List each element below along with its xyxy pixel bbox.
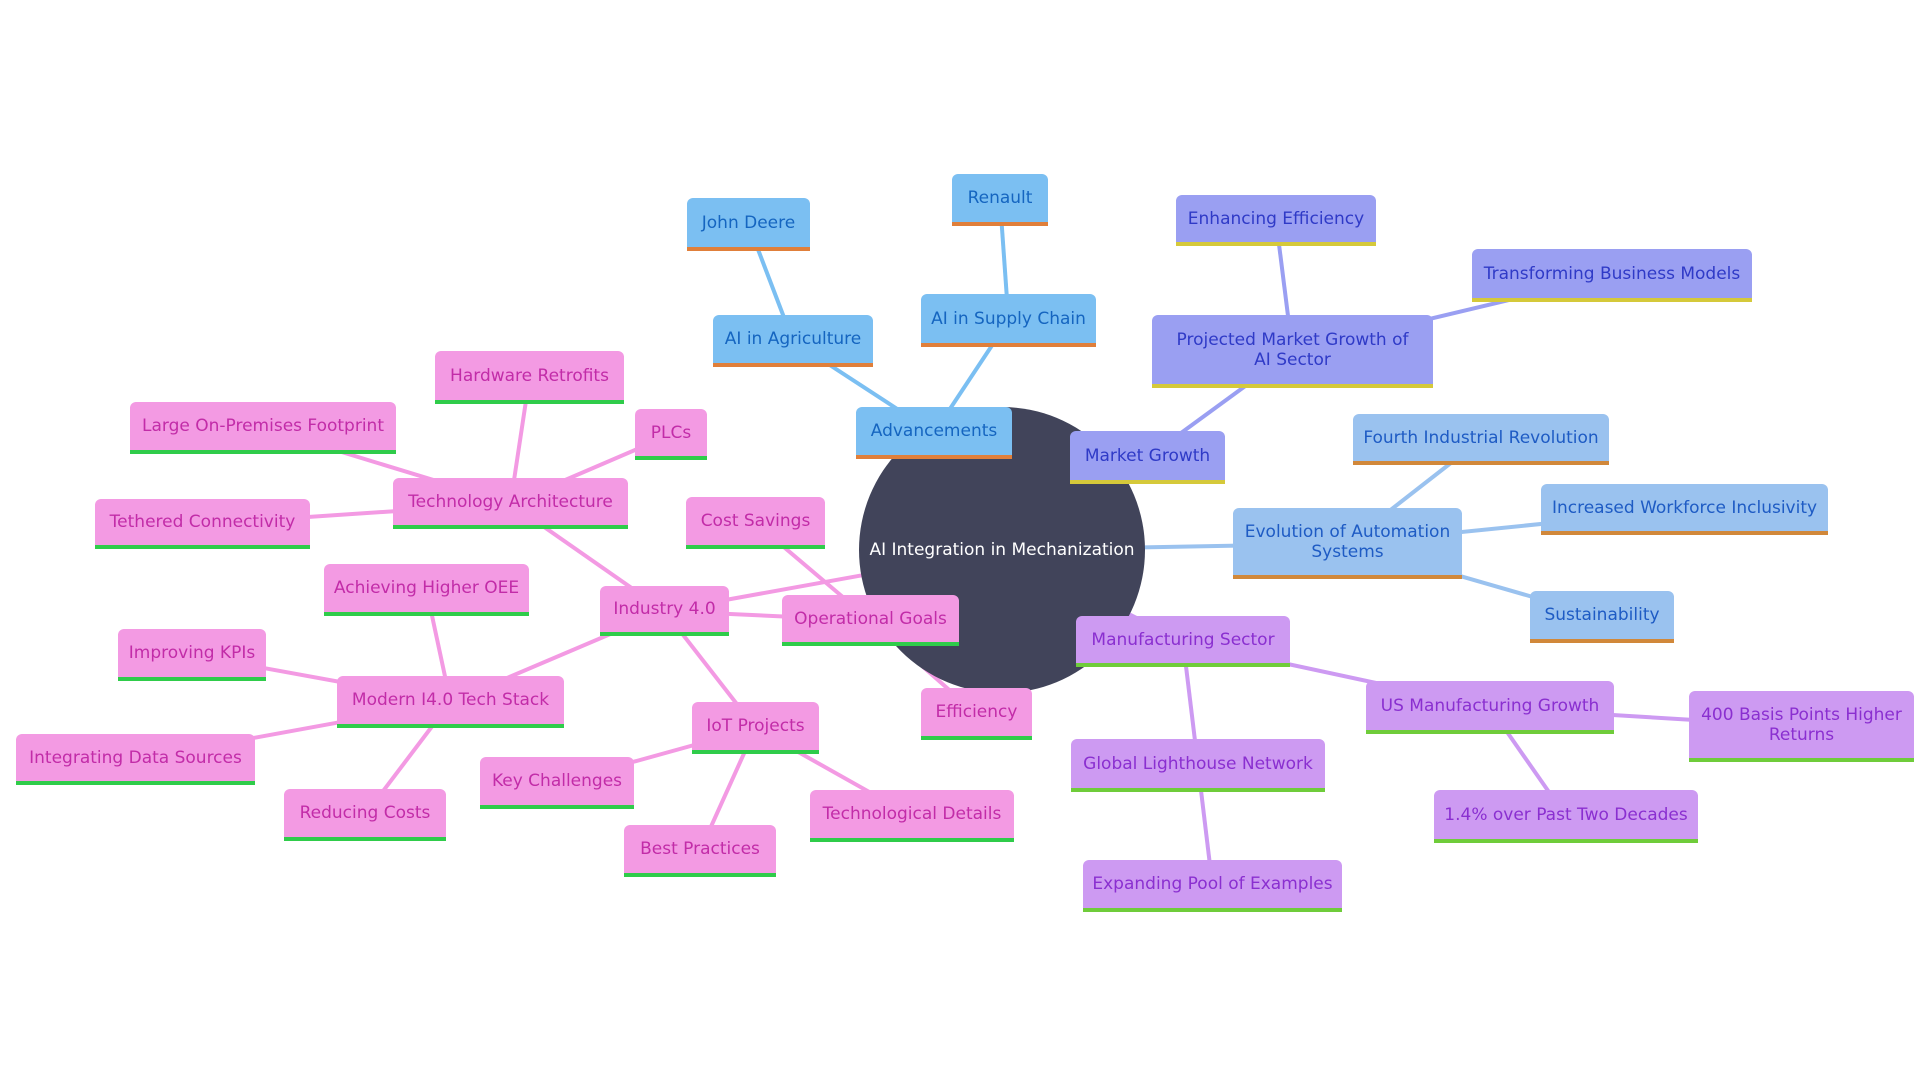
node-ai-in-agriculture[interactable]: AI in Agriculture — [713, 315, 873, 367]
node-label: 400 Basis Points Higher Returns — [1701, 704, 1902, 745]
node-large-on-premises-footprint[interactable]: Large On-Premises Footprint — [130, 402, 396, 454]
node-label: Projected Market Growth of AI Sector — [1176, 329, 1409, 370]
node-evolution-of-automation-systems[interactable]: Evolution of Automation Systems — [1233, 508, 1462, 579]
node-efficiency[interactable]: Efficiency — [921, 688, 1032, 740]
node-label: Technological Details — [822, 804, 1002, 824]
node-transforming-business-models[interactable]: Transforming Business Models — [1472, 249, 1752, 302]
node-label: Technology Architecture — [408, 491, 613, 512]
node-market-growth[interactable]: Market Growth — [1070, 431, 1225, 484]
node-hardware-retrofits[interactable]: Hardware Retrofits — [435, 351, 624, 404]
node-label: Operational Goals — [794, 608, 947, 629]
node-modern-i4-0-tech-stack[interactable]: Modern I4.0 Tech Stack — [337, 676, 564, 728]
node-label: John Deere — [701, 212, 796, 233]
node-sustainability[interactable]: Sustainability — [1530, 591, 1674, 643]
node-label: Renault — [967, 188, 1033, 208]
node-key-challenges[interactable]: Key Challenges — [480, 757, 634, 809]
node-label: Hardware Retrofits — [450, 365, 609, 386]
node-label: Improving KPIs — [128, 643, 256, 663]
node-label: US Manufacturing Growth — [1380, 695, 1600, 716]
node-label: Increased Workforce Inclusivity — [1551, 497, 1818, 518]
node-ai-in-supply-chain[interactable]: AI in Supply Chain — [921, 294, 1096, 347]
node-label: Achieving Higher OEE — [333, 578, 520, 598]
node-label: Transforming Business Models — [1483, 263, 1741, 284]
node-increased-workforce-inclusivity[interactable]: Increased Workforce Inclusivity — [1541, 484, 1828, 535]
node-label: AI in Agriculture — [724, 329, 862, 349]
node-label: Best Practices — [640, 839, 760, 859]
node-label: Cost Savings — [700, 511, 811, 531]
node-cost-savings[interactable]: Cost Savings — [686, 497, 825, 549]
node-label: Tethered Connectivity — [109, 512, 296, 532]
node-label: Manufacturing Sector — [1091, 629, 1275, 650]
node-expanding-pool-of-examples[interactable]: Expanding Pool of Examples — [1083, 860, 1342, 912]
node-operational-goals[interactable]: Operational Goals — [782, 595, 959, 646]
node-label: Global Lighthouse Network — [1083, 753, 1313, 774]
node-label: AI in Supply Chain — [931, 308, 1086, 329]
node-technology-architecture[interactable]: Technology Architecture — [393, 478, 628, 529]
node-integrating-data-sources[interactable]: Integrating Data Sources — [16, 734, 255, 785]
node-label: Industry 4.0 — [613, 599, 716, 619]
node-label: Market Growth — [1084, 445, 1211, 466]
node-1-4-percent-over-past-two-decades[interactable]: 1.4% over Past Two Decades — [1434, 790, 1698, 843]
node-reducing-costs[interactable]: Reducing Costs — [284, 789, 446, 841]
node-label: Expanding Pool of Examples — [1092, 874, 1333, 894]
node-improving-kpis[interactable]: Improving KPIs — [118, 629, 266, 681]
node-industry-4-0[interactable]: Industry 4.0 — [600, 586, 729, 636]
node-label: PLCs — [650, 422, 692, 443]
node-enhancing-efficiency[interactable]: Enhancing Efficiency — [1176, 195, 1376, 246]
node-label: Evolution of Automation Systems — [1244, 521, 1451, 562]
node-best-practices[interactable]: Best Practices — [624, 825, 776, 877]
node-global-lighthouse-network[interactable]: Global Lighthouse Network — [1071, 739, 1325, 792]
node-plcs[interactable]: PLCs — [635, 409, 707, 460]
node-projected-market-growth[interactable]: Projected Market Growth of AI Sector — [1152, 315, 1433, 388]
root-label: AI Integration in Mechanization — [869, 540, 1135, 560]
node-fourth-industrial-revolution[interactable]: Fourth Industrial Revolution — [1353, 414, 1609, 465]
node-label: Sustainability — [1544, 605, 1660, 625]
node-label: Key Challenges — [491, 771, 623, 791]
node-label: 1.4% over Past Two Decades — [1444, 804, 1688, 825]
node-technological-details[interactable]: Technological Details — [810, 790, 1014, 842]
node-renault[interactable]: Renault — [952, 174, 1048, 226]
node-label: Integrating Data Sources — [29, 747, 242, 768]
node-john-deere[interactable]: John Deere — [687, 198, 810, 251]
node-us-manufacturing-growth[interactable]: US Manufacturing Growth — [1366, 681, 1614, 734]
node-tethered-connectivity[interactable]: Tethered Connectivity — [95, 499, 310, 549]
node-400-basis-points-higher-returns[interactable]: 400 Basis Points Higher Returns — [1689, 691, 1914, 762]
node-iot-projects[interactable]: IoT Projects — [692, 702, 819, 754]
node-achieving-higher-oee[interactable]: Achieving Higher OEE — [324, 564, 529, 616]
node-label: Enhancing Efficiency — [1187, 208, 1365, 229]
node-label: Reducing Costs — [299, 803, 431, 823]
node-label: Modern I4.0 Tech Stack — [351, 690, 550, 710]
node-label: Fourth Industrial Revolution — [1363, 427, 1599, 448]
node-label: Efficiency — [935, 702, 1018, 722]
node-label: Advancements — [870, 421, 998, 441]
node-manufacturing-sector[interactable]: Manufacturing Sector — [1076, 616, 1290, 667]
node-advancements[interactable]: Advancements — [856, 407, 1012, 459]
node-label: IoT Projects — [706, 716, 805, 736]
node-label: Large On-Premises Footprint — [142, 416, 384, 436]
